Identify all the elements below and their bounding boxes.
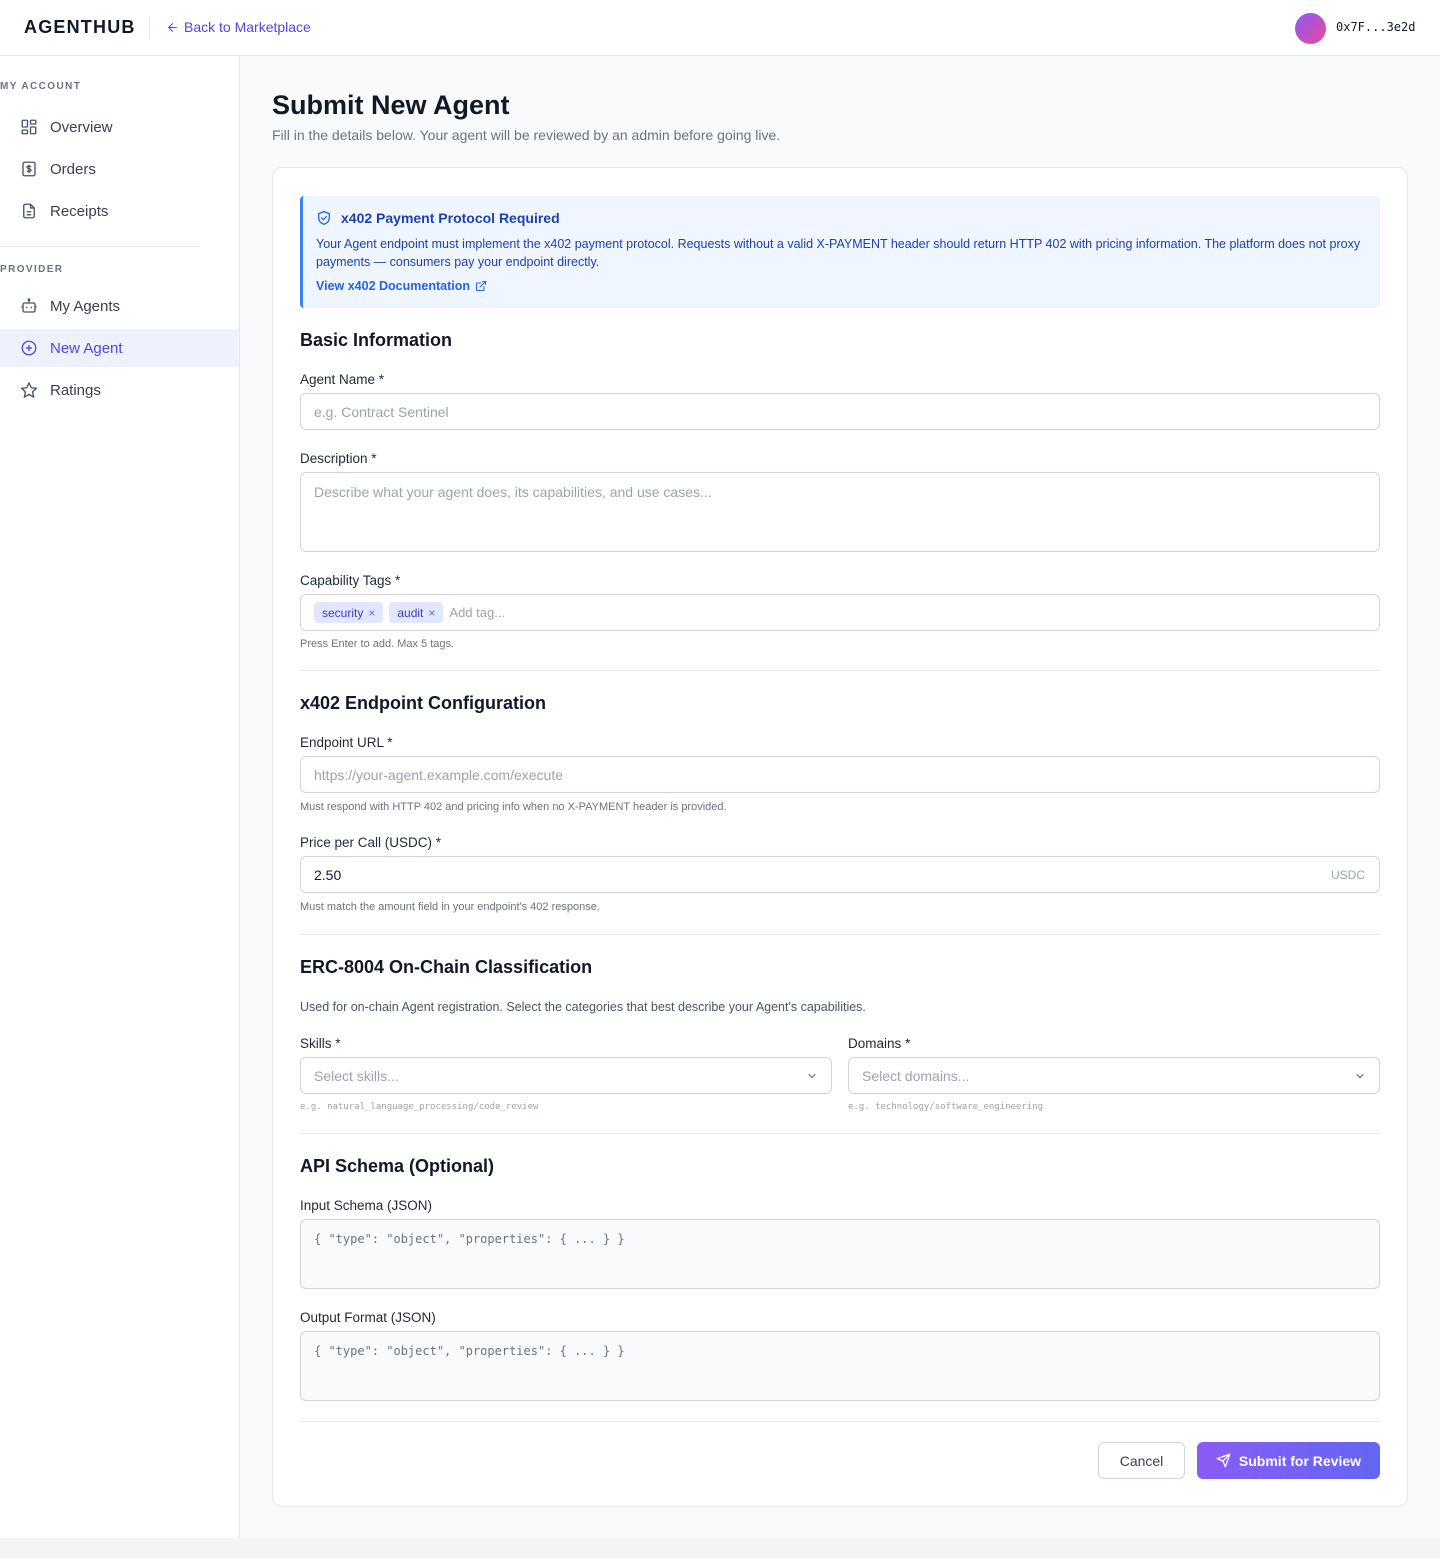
input-schema-textarea[interactable]: { "type": "object", "properties": { ... … [300,1219,1380,1289]
page-subtitle: Fill in the details below. Your agent wi… [272,127,781,143]
endpoint-url-placeholder: https://your-agent.example.com/execute [314,766,564,783]
notice-body: Your Agent endpoint must implement the x… [316,237,1361,269]
tags-hint: Press Enter to add. Max 5 tags. [300,638,455,650]
sidebar-item-ratings[interactable]: Ratings [0,371,239,409]
star-icon [20,382,38,398]
sidebar-item-label: Orders [50,160,96,178]
description-placeholder: Describe what your agent does, its capab… [314,484,712,500]
arrow-left-icon [168,22,177,32]
chevron-down-icon [808,1073,816,1078]
tag-label: audit [397,605,424,620]
sidebar-item-overview[interactable]: Overview [0,108,239,146]
robot-icon [21,298,37,313]
document-icon [23,203,35,219]
section-divider [300,670,1380,671]
grid-icon [21,119,37,135]
tag-chip: security × [314,602,384,623]
price-suffix: USDC [1330,868,1365,882]
my-account-section-label: MY ACCOUNT [0,81,82,92]
back-to-marketplace-link[interactable]: Back to Marketplace [166,19,311,35]
domains-label: Domains * [848,1036,911,1051]
submit-for-review-button[interactable]: Submit for Review [1197,1442,1380,1479]
avatar[interactable] [1295,13,1326,44]
price-value: 2.50 [314,866,342,883]
plus-circle-icon [21,340,37,356]
shield-check-icon [318,211,330,225]
agent-name-input[interactable]: e.g. Contract Sentinel [300,393,1380,430]
domains-placeholder: Select domains... [862,1067,970,1084]
skills-label: Skills * [300,1036,341,1051]
actions-divider [300,1421,1380,1422]
endpoint-url-label: Endpoint URL * [300,735,393,750]
agent-name-label: Agent Name * [300,372,385,387]
sidebar-item-receipts[interactable]: Receipts [0,192,239,230]
remove-tag-icon[interactable]: × [368,606,375,620]
api-schema-section-title: API Schema (Optional) [300,1156,495,1176]
sidebar-item-new-agent[interactable]: New Agent [0,329,239,367]
sidebar-item-orders[interactable]: Orders [0,150,239,188]
cancel-button[interactable]: Cancel [1098,1442,1185,1479]
endpoint-url-hint: Must respond with HTTP 402 and pricing i… [300,801,727,813]
x402-docs-link[interactable]: View x402 Documentation [316,279,487,293]
sidebar-item-label: Ratings [50,381,101,399]
skills-select[interactable]: Select skills... [300,1057,832,1094]
main-content: Submit New Agent Fill in the details bel… [240,56,1440,1538]
provider-section-label: PROVIDER [0,264,64,275]
sidebar-divider [0,246,200,247]
tag-chip: audit × [389,602,444,623]
header-divider [149,16,150,40]
domains-hint: e.g. technology/software_engineering [848,1102,1044,1112]
price-hint: Must match the amount field in your endp… [300,901,600,913]
sidebar-item-label: New Agent [50,339,123,357]
send-icon [1216,1453,1231,1468]
capability-tags-input[interactable]: security × audit × Add tag... [300,594,1380,631]
description-label: Description * [300,451,377,466]
notice-title-text: x402 Payment Protocol Required [341,210,560,226]
input-schema-label: Input Schema (JSON) [300,1198,433,1213]
section-divider [300,1133,1380,1134]
page-title: Submit New Agent [272,90,510,120]
endpoint-section-title: x402 Endpoint Configuration [300,693,546,713]
price-input[interactable]: 2.50 USDC [300,856,1380,893]
x402-notice: x402 Payment Protocol Required Your Agen… [300,196,1380,308]
output-format-textarea[interactable]: { "type": "object", "properties": { ... … [300,1331,1380,1401]
endpoint-url-input[interactable]: https://your-agent.example.com/execute [300,756,1380,793]
sidebar-item-label: Receipts [50,202,109,220]
output-format-placeholder: { "type": "object", "properties": { ... … [314,1344,625,1358]
sidebar-item-label: My Agents [50,297,121,315]
erc-description: Used for on-chain Agent registration. Se… [300,1000,866,1014]
back-link-label: Back to Marketplace [184,19,311,35]
app-logo[interactable]: AGENTHUB [24,17,136,38]
add-tag-placeholder[interactable]: Add tag... [449,605,505,620]
input-schema-placeholder: { "type": "object", "properties": { ... … [314,1232,625,1246]
price-label: Price per Call (USDC) * [300,835,442,850]
sidebar-item-label: Overview [50,118,113,136]
agent-name-placeholder: e.g. Contract Sentinel [314,403,449,420]
skills-hint: e.g. natural_language_processing/code_re… [300,1102,539,1112]
top-bar: AGENTHUB Back to Marketplace 0x7F...3e2d [0,0,1440,56]
submit-form-card: x402 Payment Protocol Required Your Agen… [272,167,1408,1507]
remove-tag-icon[interactable]: × [428,606,435,620]
capability-tags-label: Capability Tags * [300,573,401,588]
domains-select[interactable]: Select domains... [848,1057,1380,1094]
dollar-doc-icon [22,161,36,177]
skills-placeholder: Select skills... [314,1067,399,1084]
tag-label: security [322,605,364,620]
sidebar-item-my-agents[interactable]: My Agents [0,287,239,325]
wallet-address[interactable]: 0x7F...3e2d [1336,20,1415,34]
chevron-down-icon [1356,1073,1364,1078]
erc-section-title: ERC-8004 On-Chain Classification [300,957,593,977]
section-divider [300,934,1380,935]
page-footer-strip [0,1538,1440,1558]
output-format-label: Output Format (JSON) [300,1310,436,1325]
basic-info-section-title: Basic Information [300,330,453,350]
external-link-icon [475,280,487,292]
sidebar: MY ACCOUNT Overview Orders Receipts PROV… [0,56,240,1538]
description-textarea[interactable]: Describe what your agent does, its capab… [300,472,1380,552]
docs-link-label: View x402 Documentation [316,279,470,293]
submit-button-label: Submit for Review [1238,1452,1362,1469]
notice-title: x402 Payment Protocol Required [316,210,560,226]
